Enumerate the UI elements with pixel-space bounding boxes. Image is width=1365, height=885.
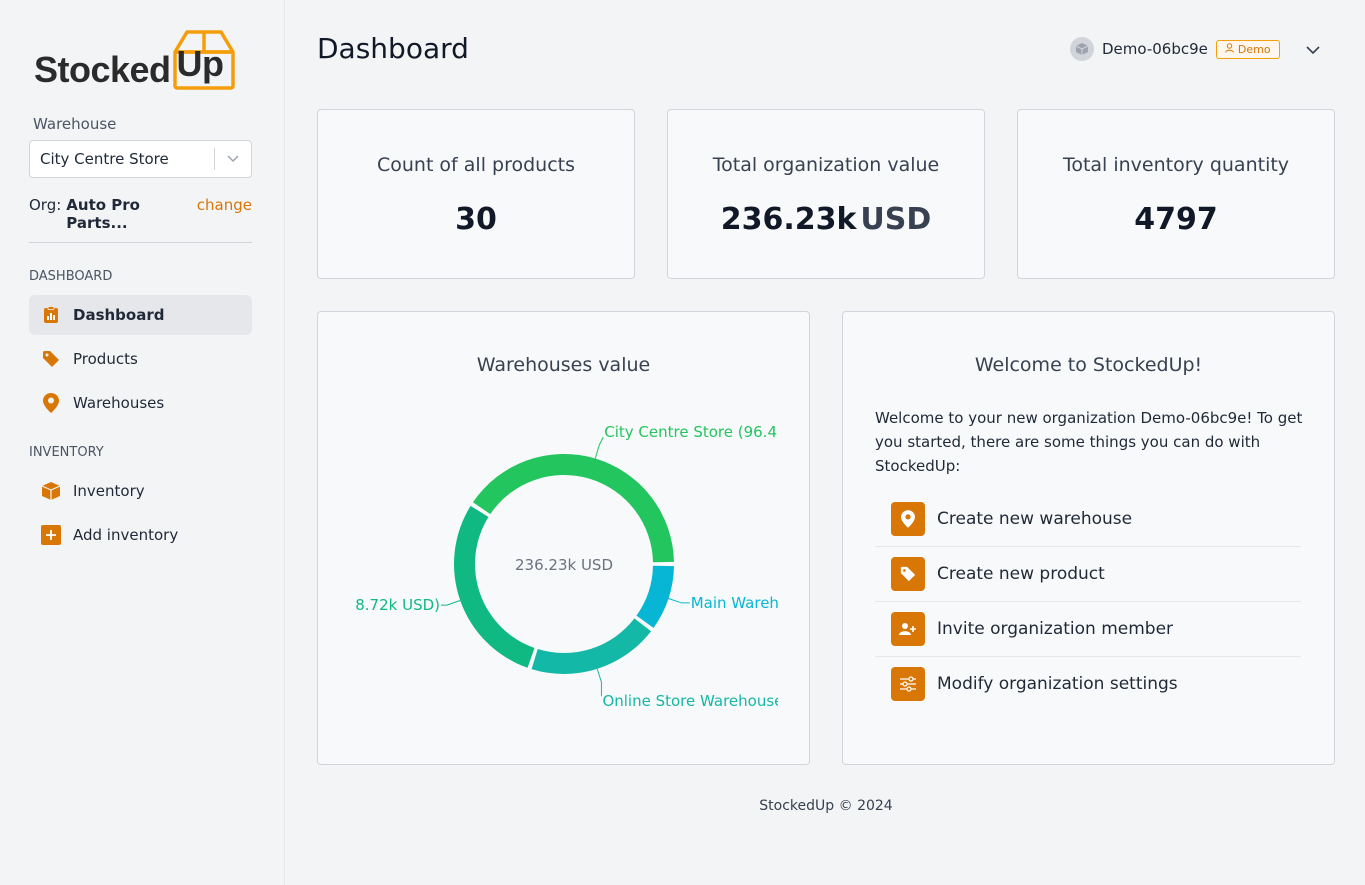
clipboard-chart-icon (29, 306, 73, 324)
stat-title: Total organization value (712, 154, 940, 176)
warehouse-select[interactable]: City Centre Store (29, 140, 252, 178)
page-title: Dashboard (317, 32, 469, 65)
slice-label: 8.72k USD) (355, 596, 440, 614)
donut-slice[interactable] (531, 618, 652, 674)
section-title-inventory: INVENTORY (29, 445, 104, 460)
sidebar-item-label: Products (73, 350, 138, 368)
user-name: Demo-06bc9e (1102, 40, 1208, 58)
warehouse-label: Warehouse (33, 115, 117, 133)
slice-label: Online Store Warehouse (47. (602, 692, 811, 710)
sidebar-item-products[interactable]: Products (29, 339, 252, 379)
welcome-text: Welcome to your new organization Demo-06… (875, 409, 1303, 475)
demo-badge: Demo (1215, 39, 1280, 59)
label-leader-line (594, 436, 604, 459)
slice-label: City Centre Store (96.4 (604, 423, 777, 441)
label-leader-line (441, 599, 461, 606)
stat-card-value: Total organization value 236.23k USD (667, 109, 985, 279)
org-info: Org: Auto Pro Parts... change (29, 196, 252, 232)
action-label: Create new warehouse (937, 508, 1133, 529)
stat-number: 236.23k (720, 202, 857, 237)
create-product-action[interactable]: Create new product (875, 546, 1301, 601)
stat-number: 4797 (1134, 202, 1218, 237)
donut-slice[interactable] (454, 505, 535, 668)
chevron-down-icon[interactable] (215, 155, 251, 163)
warehouses-value-card: Warehouses value 236.23k USD City Centre… (317, 311, 810, 765)
avatar (1070, 37, 1094, 61)
donut-slice[interactable] (636, 565, 674, 628)
warehouse-select-value: City Centre Store (40, 150, 169, 168)
sidebar-item-label: Warehouses (73, 394, 165, 412)
map-pin-icon (29, 393, 73, 413)
action-label: Invite organization member (937, 618, 1174, 639)
stat-title: Count of all products (376, 154, 576, 176)
sliders-icon (891, 666, 925, 701)
sidebar-item-label: Inventory (73, 482, 145, 500)
badge-label: Demo (1237, 42, 1271, 56)
stat-card-products: Count of all products 30 (317, 109, 635, 279)
sidebar-item-dashboard[interactable]: Dashboard (29, 295, 252, 335)
action-label: Modify organization settings (937, 673, 1178, 694)
stat-value: 30 (318, 202, 634, 237)
stat-value: 4797 (1018, 202, 1334, 237)
sidebar-item-add-inventory[interactable]: Add inventory (29, 515, 252, 555)
label-leader-line (668, 598, 690, 604)
user-icon (1225, 42, 1234, 56)
action-label: Create new product (937, 563, 1105, 584)
invite-member-action[interactable]: Invite organization member (875, 601, 1301, 656)
box-icon (29, 481, 73, 501)
stat-number: 30 (455, 202, 497, 237)
label-leader-line (596, 668, 602, 697)
logo-text-b: Up (176, 43, 225, 84)
chevron-down-icon[interactable] (1305, 40, 1321, 59)
donut-slice[interactable] (472, 454, 674, 563)
welcome-title: Welcome to StockedUp! (974, 354, 1203, 376)
sidebar: Stocked Up Warehouse City Centre Store O… (0, 0, 285, 885)
sidebar-item-label: Add inventory (73, 526, 179, 544)
org-name: Auto Pro Parts... (66, 196, 140, 232)
sidebar-item-inventory[interactable]: Inventory (29, 471, 252, 511)
logo-text-a: Stocked (34, 49, 171, 90)
org-change-link[interactable]: change (197, 196, 252, 232)
sidebar-item-warehouses[interactable]: Warehouses (29, 383, 252, 423)
org-prefix: Org: (29, 196, 62, 214)
stat-value: 236.23k USD (668, 202, 984, 237)
create-warehouse-action[interactable]: Create new warehouse (875, 491, 1301, 546)
footer: StockedUp © 2024 (759, 798, 893, 814)
donut-chart: 236.23k USD City Centre Store (96.4 Main … (355, 423, 811, 710)
map-pin-icon (891, 501, 925, 536)
stat-card-quantity: Total inventory quantity 4797 (1017, 109, 1335, 279)
user-plus-icon (891, 611, 925, 646)
sidebar-divider (29, 242, 252, 243)
chart-center-label: 236.23k USD (515, 556, 613, 574)
sidebar-item-label: Dashboard (73, 306, 165, 324)
welcome-card: Welcome to StockedUp! Welcome to your ne… (842, 311, 1335, 765)
slice-label: Main Wareho (691, 594, 788, 612)
tag-icon (29, 350, 73, 368)
user-menu[interactable]: Demo-06bc9e Demo (1070, 37, 1280, 61)
stockedup-logo[interactable]: Stocked Up (34, 22, 235, 90)
stat-unit: USD (860, 202, 932, 237)
tag-icon (891, 556, 925, 591)
plus-square-icon (29, 525, 73, 545)
modify-settings-action[interactable]: Modify organization settings (875, 656, 1301, 711)
section-title-dashboard: DASHBOARD (29, 269, 113, 284)
stat-title: Total inventory quantity (1062, 154, 1290, 176)
